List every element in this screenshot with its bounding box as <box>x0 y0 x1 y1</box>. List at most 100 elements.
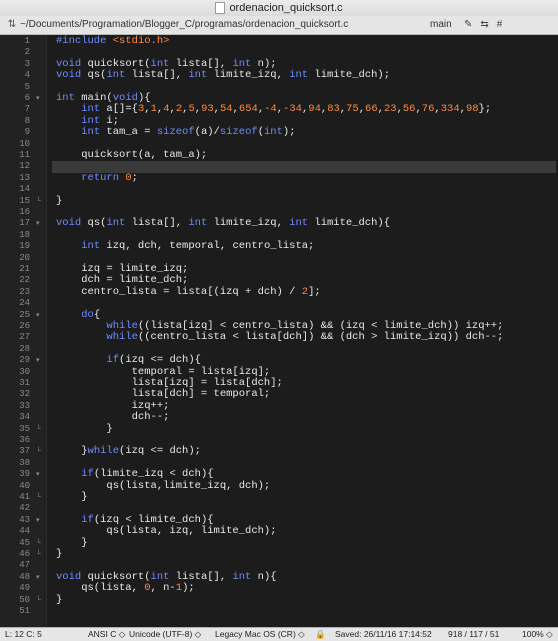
save-status: Saved: 26/11/16 17:14:52 <box>335 629 432 639</box>
editor-window: ordenacion_quicksort.c ⇅ ~/Documents/Pro… <box>0 0 558 641</box>
code-line[interactable]: 4 void qs(int lista[], int limite_izq, in… <box>0 69 558 81</box>
navigation-arrows-icon[interactable]: ⇅ <box>6 16 18 34</box>
lock-icon[interactable]: 🔒 <box>315 628 326 641</box>
line-number: 11 <box>19 150 30 160</box>
line-number: 19 <box>19 241 30 252</box>
line-number: 39 <box>19 469 30 480</box>
code-line[interactable]: 23 centro_lista = lista[(izq + dch) / 2]… <box>0 285 558 298</box>
code-text: while((centro_lista < lista[dch]) && (dc… <box>106 331 504 344</box>
code-line[interactable]: 14 <box>0 184 558 195</box>
zoom-selector[interactable]: 100% ◇ <box>522 628 553 641</box>
code-text: quicksort(a, tam_a); <box>56 149 208 161</box>
line-number: 26 <box>19 321 30 331</box>
code-text: if(izq <= dch){ <box>106 354 201 367</box>
line-number: 10 <box>19 138 30 149</box>
line-number: 51 <box>19 606 30 616</box>
line-number: 32 <box>19 389 30 400</box>
line-number: 3 <box>24 58 30 69</box>
line-number: 9 <box>24 127 30 138</box>
fold-end-icon[interactable]: └ <box>36 196 41 207</box>
line-number: 6 <box>24 93 30 103</box>
line-number: 22 <box>19 275 30 286</box>
line-number: 44 <box>19 526 30 537</box>
fold-end-icon[interactable]: └ <box>36 492 41 503</box>
line-number: 24 <box>19 298 30 309</box>
code-line[interactable]: 34 dch--; <box>0 411 558 423</box>
line-number: 15 <box>19 195 30 206</box>
code-line[interactable]: 35 └ } <box>0 422 558 435</box>
code-text: if(limite_izq < dch){ <box>81 468 214 481</box>
code-line[interactable]: 15 └} <box>0 194 558 207</box>
code-line[interactable]: 49 qs(lista, 0, n-1); <box>0 582 558 595</box>
fold-open-icon[interactable]: ▾ <box>36 469 40 480</box>
line-number: 36 <box>19 435 30 445</box>
code-text: }while(izq <= dch); <box>56 445 201 458</box>
fold-end-icon[interactable]: └ <box>36 446 41 457</box>
code-line[interactable]: 41 └ } <box>0 491 558 503</box>
code-line[interactable]: 19 int izq, dch, temporal, centro_lista; <box>0 240 558 253</box>
fold-open-icon[interactable]: ▾ <box>36 93 40 104</box>
line-number: 38 <box>19 457 30 468</box>
code-text: qs(lista, izq, limite_dch); <box>56 525 277 538</box>
fold-end-icon[interactable]: └ <box>36 538 41 549</box>
fold-open-icon[interactable]: ▾ <box>36 218 40 229</box>
line-number: 21 <box>19 264 30 274</box>
code-text: int tam_a = sizeof(a)/sizeof(int); <box>81 126 296 139</box>
document-counts: 918 / 117 / 51 <box>448 629 500 639</box>
encoding-selector[interactable]: Unicode (UTF-8) ◇ <box>129 628 201 641</box>
line-number: 31 <box>19 378 30 388</box>
line-number: 33 <box>19 400 30 411</box>
line-endings-selector[interactable]: Legacy Mac OS (CR) ◇ <box>215 628 305 641</box>
fold-open-icon[interactable]: ▾ <box>36 515 40 526</box>
line-number: 4 <box>24 70 30 81</box>
code-line[interactable]: 11 quicksort(a, tam_a); <box>0 149 558 161</box>
fold-end-icon[interactable]: └ <box>36 595 41 606</box>
code-text: } <box>56 491 88 503</box>
branch-selector[interactable]: main <box>430 16 452 34</box>
code-line[interactable]: 29 ▾ if(izq <= dch){ <box>0 354 558 367</box>
line-number: 50 <box>19 594 30 605</box>
code-text: } <box>56 593 63 606</box>
code-line[interactable]: 17 ▾ void qs(int lista[], int limite_izq, … <box>0 217 558 230</box>
syntax-selector[interactable]: ANSI C ◇ <box>88 628 125 641</box>
fold-end-icon[interactable]: └ <box>36 549 41 560</box>
cursor-position[interactable]: L: 12 C: 5 <box>5 628 42 641</box>
code-line[interactable]: 51 <box>0 606 558 617</box>
code-editor[interactable]: 1 #include <stdio.h> 2 3 void quicksort(int … <box>0 35 558 627</box>
fold-end-icon[interactable]: └ <box>36 424 41 435</box>
file-path[interactable]: ~/Documents/Programation/Blogger_C/progr… <box>20 16 348 34</box>
code-line[interactable]: 45 └ } <box>0 537 558 549</box>
line-number: 5 <box>24 81 30 92</box>
line-number: 49 <box>19 583 30 594</box>
code-text: return 0; <box>81 171 138 184</box>
fold-open-icon[interactable]: ▾ <box>36 572 40 583</box>
code-line[interactable]: 13 return 0; <box>0 171 558 184</box>
fold-open-icon[interactable]: ▾ <box>36 310 40 321</box>
hash-icon[interactable]: # <box>497 16 503 34</box>
code-text: } <box>56 422 113 435</box>
code-text: } <box>56 548 63 560</box>
code-line[interactable]: 1 #include <stdio.h> <box>0 35 558 47</box>
code-line[interactable]: 46 └} <box>0 548 558 560</box>
code-line[interactable]: 39 ▾ if(limite_izq < dch){ <box>0 468 558 481</box>
code-line[interactable]: 27 while((centro_lista < lista[dch]) && … <box>0 331 558 344</box>
code-text: qs(lista, 0, n-1); <box>56 582 195 595</box>
line-number: 41 <box>19 492 30 502</box>
code-text: centro_lista = lista[(izq + dch) / 2]; <box>56 285 321 298</box>
code-text: void qs(int lista[], int limite_izq, int… <box>56 217 391 230</box>
line-number: 12 <box>19 161 30 172</box>
code-line[interactable]: 50 └} <box>0 593 558 606</box>
code-text: int izq, dch, temporal, centro_lista; <box>81 240 315 253</box>
line-number: 43 <box>19 514 30 525</box>
code-line[interactable]: 37 └ }while(izq <= dch); <box>0 445 558 458</box>
line-number: 13 <box>19 172 30 183</box>
line-number: 40 <box>19 480 30 491</box>
code-line[interactable]: 9 int tam_a = sizeof(a)/sizeof(int); <box>0 126 558 139</box>
code-text: } <box>56 194 63 207</box>
line-number: 30 <box>19 366 30 377</box>
counterpart-icon[interactable]: ⇆ <box>480 16 488 34</box>
line-number: 42 <box>19 503 30 514</box>
fold-open-icon[interactable]: ▾ <box>36 355 40 366</box>
code-line[interactable]: 44 qs(lista, izq, limite_dch); <box>0 525 558 538</box>
edit-icon[interactable]: ✎ <box>464 16 472 34</box>
